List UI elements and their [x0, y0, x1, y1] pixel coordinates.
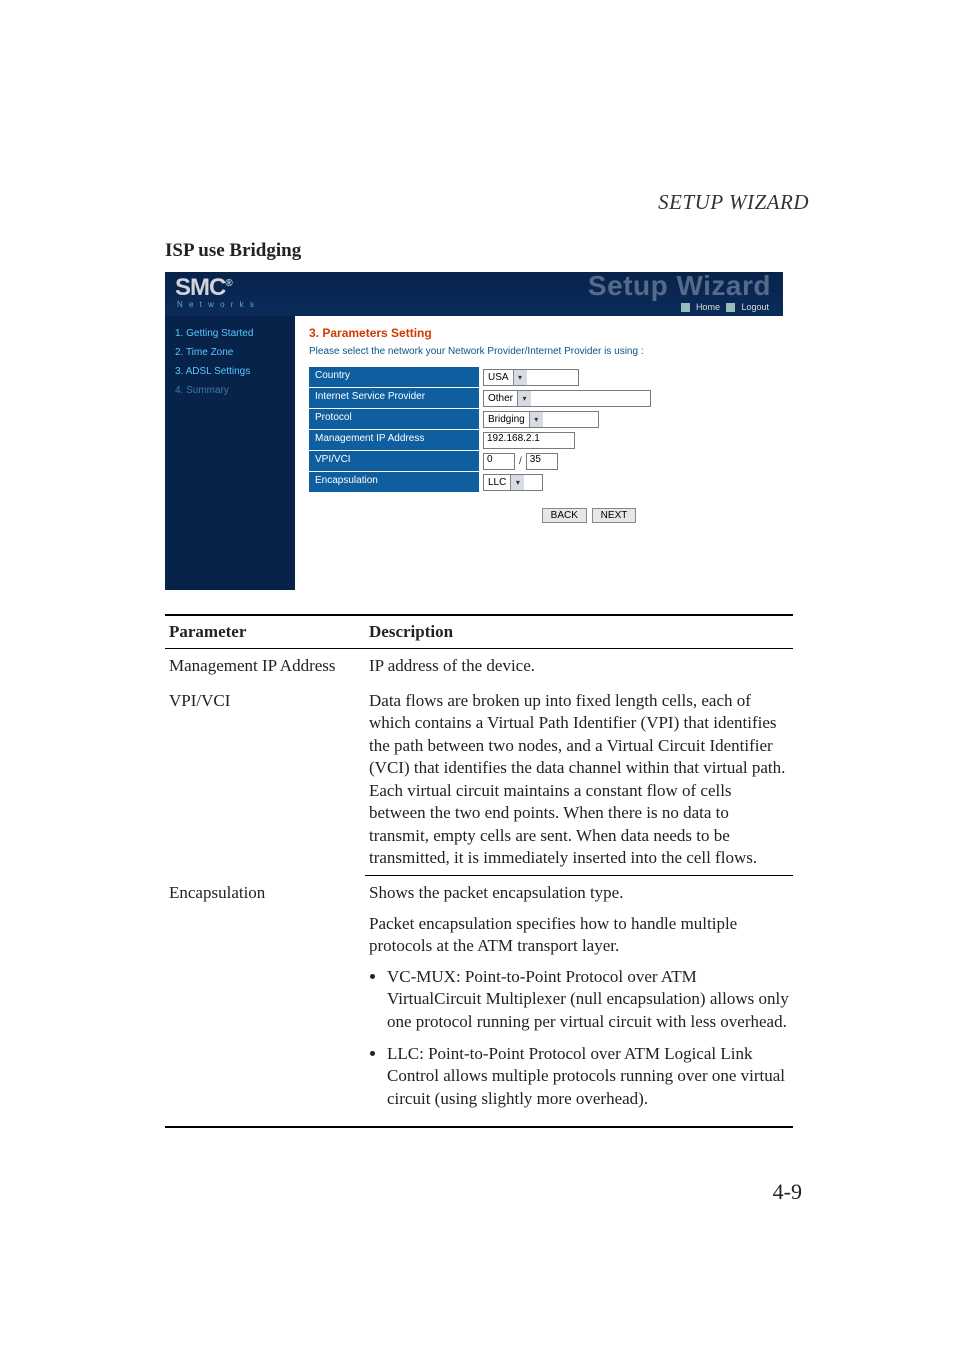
- encap-bullet-vcmux: VC-MUX: Point-to-Point Protocol over ATM…: [387, 966, 789, 1033]
- wizard-sidebar: 1. Getting Started 2. Time Zone 3. ADSL …: [165, 316, 295, 590]
- embedded-screenshot: SMC® N e t w o r k s Setup Wizard Home L…: [165, 272, 783, 590]
- chevron-down-icon: ▾: [517, 391, 531, 406]
- encap-p1: Shows the packet encapsulation type.: [369, 882, 789, 904]
- brand-logo: SMC®: [175, 274, 232, 302]
- brand-logo-sub: N e t w o r k s: [177, 300, 256, 309]
- table-header-row: Parameter Description: [165, 615, 793, 649]
- encap-p2: Packet encapsulation specifies how to ha…: [369, 913, 789, 958]
- ss-body: 1. Getting Started 2. Time Zone 3. ADSL …: [165, 316, 783, 590]
- home-link[interactable]: Home: [696, 302, 720, 312]
- wizard-main: 3. Parameters Setting Please select the …: [295, 316, 783, 590]
- label-encap: Encapsulation: [309, 472, 479, 492]
- home-icon: [681, 303, 690, 312]
- select-isp[interactable]: Other ▾: [483, 390, 651, 407]
- row-mgmt-ip: Management IP Address 192.168.2.1: [309, 430, 769, 450]
- select-isp-value: Other: [488, 393, 513, 404]
- label-protocol: Protocol: [309, 409, 479, 429]
- desc-mgmt-ip: IP address of the device.: [365, 649, 793, 684]
- input-vpi[interactable]: 0: [483, 453, 515, 470]
- sidebar-step-4[interactable]: 4. Summary: [165, 381, 295, 400]
- row-vpi-vci: VPI/VCI 0 / 35: [309, 451, 769, 471]
- row-encap: Encapsulation LLC ▾: [309, 472, 769, 492]
- back-button[interactable]: BACK: [542, 508, 587, 523]
- page-header: SETUP WIZARD: [658, 190, 809, 215]
- select-protocol[interactable]: Bridging ▾: [483, 411, 599, 428]
- label-country: Country: [309, 367, 479, 387]
- wizard-title-ghost: Setup Wizard: [588, 270, 771, 302]
- row-isp: Internet Service Provider Other ▾: [309, 388, 769, 408]
- content-area: ISP use Bridging SMC® N e t w o r k s Se…: [165, 240, 793, 1128]
- sidebar-step-1[interactable]: 1. Getting Started: [165, 324, 295, 343]
- input-mgmt-ip[interactable]: 192.168.2.1: [483, 432, 575, 449]
- header-description: Description: [365, 615, 793, 649]
- desc-vpi-vci: Data flows are broken up into fixed leng…: [365, 684, 793, 876]
- panel-heading: 3. Parameters Setting: [309, 326, 769, 340]
- param-vpi-vci: VPI/VCI: [165, 684, 365, 876]
- brand-logo-reg: ®: [225, 278, 231, 289]
- label-mgmt-ip: Management IP Address: [309, 430, 479, 450]
- table-row: Management IP Address IP address of the …: [165, 649, 793, 684]
- brand-logo-text: SMC: [175, 274, 225, 301]
- section-heading: ISP use Bridging: [165, 240, 793, 262]
- page-number: 4-9: [773, 1179, 802, 1205]
- row-protocol: Protocol Bridging ▾: [309, 409, 769, 429]
- panel-hint: Please select the network your Network P…: [309, 346, 769, 357]
- logout-icon: [726, 303, 735, 312]
- sidebar-step-3[interactable]: 3. ADSL Settings: [165, 362, 295, 381]
- top-links: Home Logout: [677, 302, 769, 312]
- label-vpi-vci: VPI/VCI: [309, 451, 479, 471]
- sidebar-step-2[interactable]: 2. Time Zone: [165, 343, 295, 362]
- chevron-down-icon: ▾: [529, 412, 543, 427]
- select-encap-value: LLC: [488, 477, 506, 488]
- table-row: VPI/VCI Data flows are broken up into fi…: [165, 684, 793, 876]
- select-encap[interactable]: LLC ▾: [483, 474, 543, 491]
- header-parameter: Parameter: [165, 615, 365, 649]
- label-isp: Internet Service Provider: [309, 388, 479, 408]
- param-encap: Encapsulation: [165, 876, 365, 1127]
- row-country: Country USA ▾: [309, 367, 769, 387]
- desc-encap: Shows the packet encapsulation type. Pac…: [365, 876, 793, 1127]
- chevron-down-icon: ▾: [510, 475, 524, 490]
- next-button[interactable]: NEXT: [592, 508, 637, 523]
- encap-bullet-llc: LLC: Point-to-Point Protocol over ATM Lo…: [387, 1043, 789, 1110]
- ss-topbar: SMC® N e t w o r k s Setup Wizard Home L…: [165, 272, 783, 316]
- button-row: BACK NEXT: [409, 508, 769, 523]
- input-vci[interactable]: 35: [526, 453, 558, 470]
- vpi-vci-separator: /: [519, 456, 522, 467]
- param-mgmt-ip: Management IP Address: [165, 649, 365, 684]
- chevron-down-icon: ▾: [513, 370, 527, 385]
- select-country[interactable]: USA ▾: [483, 369, 579, 386]
- logout-link[interactable]: Logout: [741, 302, 769, 312]
- select-country-value: USA: [488, 372, 509, 383]
- table-row: Encapsulation Shows the packet encapsula…: [165, 876, 793, 1127]
- parameter-table: Parameter Description Management IP Addr…: [165, 614, 793, 1128]
- select-protocol-value: Bridging: [488, 414, 525, 425]
